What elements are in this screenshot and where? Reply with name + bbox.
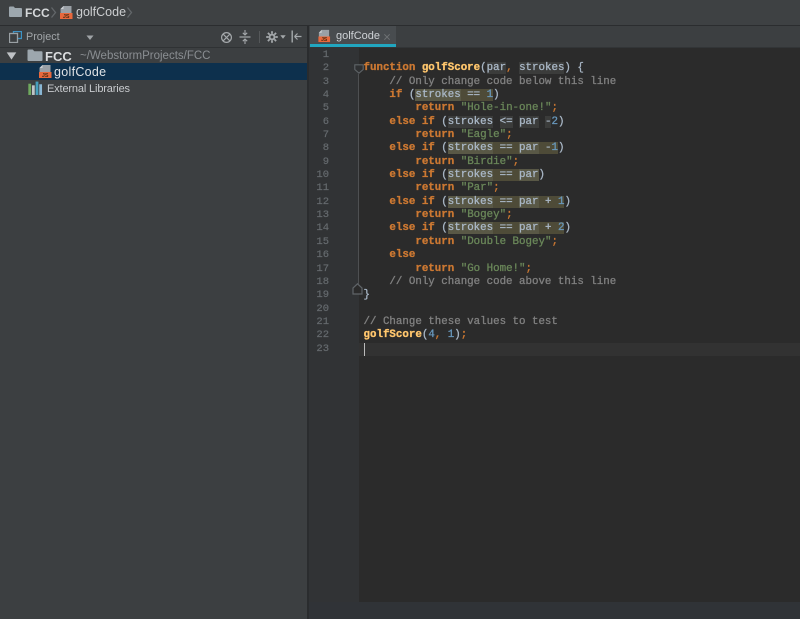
svg-text:JS: JS bbox=[42, 73, 49, 79]
svg-text:JS: JS bbox=[63, 14, 70, 20]
svg-text:JS: JS bbox=[321, 37, 328, 43]
